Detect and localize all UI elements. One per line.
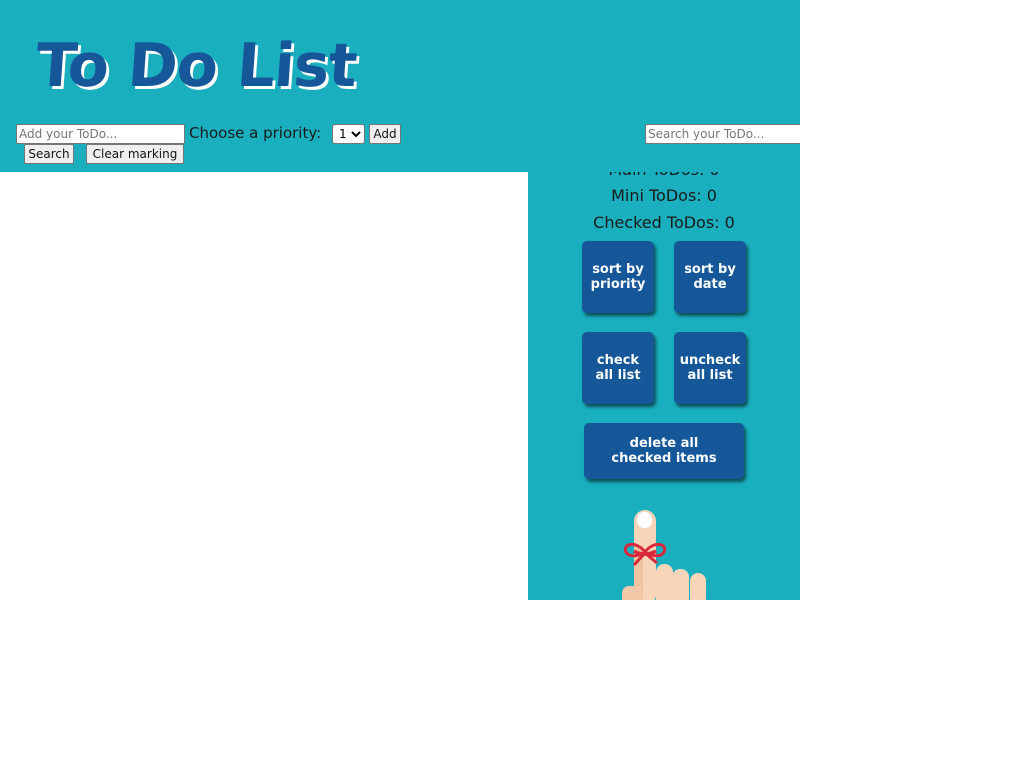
delete-checked-button[interactable]: delete all checked items	[584, 423, 744, 479]
uncheck-all-button[interactable]: uncheck all list	[674, 332, 746, 404]
main-todos-count: Main ToDos: 0	[528, 172, 800, 180]
add-button[interactable]: Add	[369, 124, 401, 144]
search-button[interactable]: Search	[24, 144, 74, 164]
sort-by-date-button[interactable]: sort by date	[674, 241, 746, 313]
sort-by-priority-button[interactable]: sort by priority	[582, 241, 654, 313]
priority-select[interactable]: 1	[332, 124, 365, 144]
search-input[interactable]	[645, 124, 800, 144]
app-logo: To Do List	[33, 31, 359, 101]
mini-todos-count: Mini ToDos: 0	[611, 186, 717, 205]
sidebar-panel: Main ToDos: 0 Mini ToDos: 0 Checked ToDo…	[528, 172, 800, 600]
checked-todos-count: Checked ToDos: 0	[593, 213, 735, 232]
priority-label: Choose a priority:	[189, 124, 322, 142]
clear-marking-button[interactable]: Clear marking	[86, 144, 184, 164]
finger-with-ribbon-icon	[622, 510, 706, 600]
check-all-button[interactable]: check all list	[582, 332, 654, 404]
header: To Do List Choose a priority: 1 Add Sear…	[0, 0, 800, 172]
add-todo-input[interactable]	[16, 124, 185, 144]
